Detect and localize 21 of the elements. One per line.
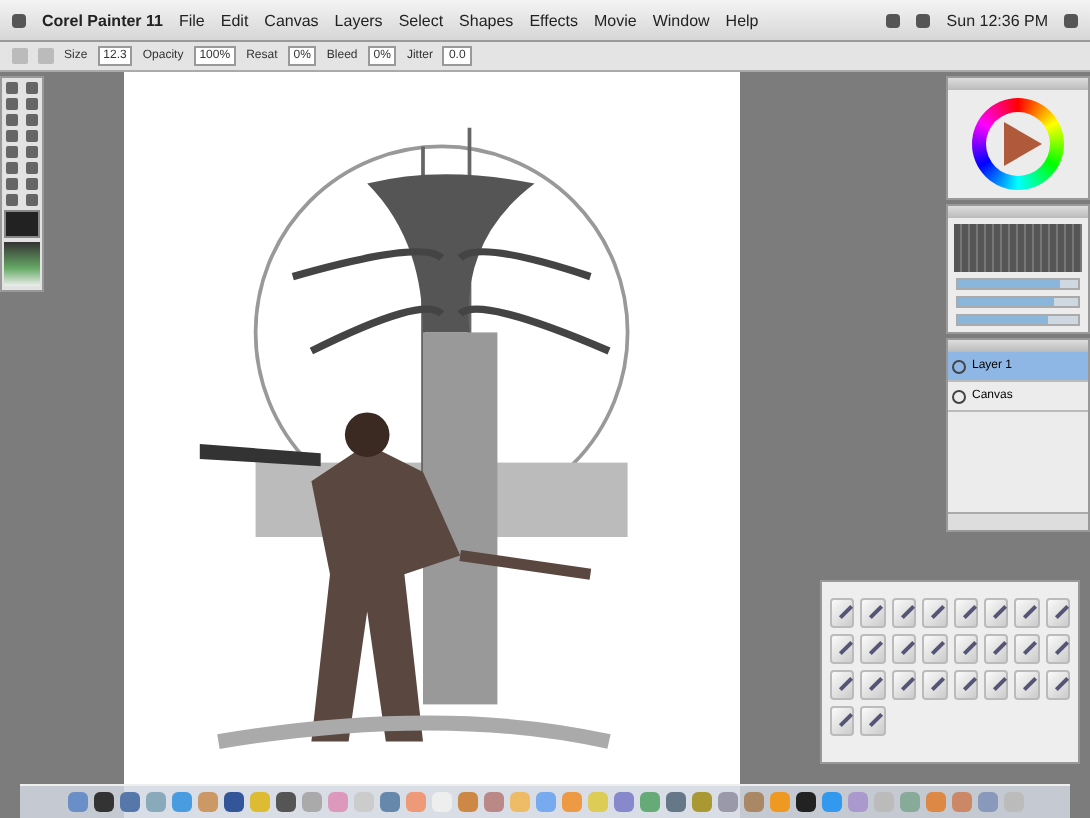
panel-footer	[948, 512, 1088, 530]
color-wheel[interactable]	[972, 98, 1064, 190]
menu-item[interactable]: Layers	[334, 11, 383, 29]
menu-item[interactable]: Window	[652, 11, 710, 29]
app-name[interactable]: Corel Painter 11	[42, 11, 163, 29]
menu-item[interactable]: Canvas	[264, 11, 319, 29]
slider[interactable]	[956, 278, 1080, 290]
color-triangle[interactable]	[1004, 122, 1042, 166]
mixer-pad[interactable]	[954, 224, 1082, 272]
menu-item[interactable]: Movie	[594, 11, 637, 29]
menu-item[interactable]: Shapes	[459, 11, 514, 29]
menu-item[interactable]: Help	[725, 11, 759, 29]
paper-swatch[interactable]	[4, 242, 40, 286]
menu-item[interactable]: Select	[398, 11, 444, 29]
menu-item[interactable]: Edit	[220, 11, 249, 29]
clock: Sun 12:36 PM	[946, 11, 1048, 29]
color-swatch[interactable]	[4, 210, 40, 238]
slider[interactable]	[956, 314, 1080, 326]
menu-item[interactable]: Effects	[529, 11, 578, 29]
menu-item[interactable]: File	[178, 11, 205, 29]
slider[interactable]	[956, 296, 1080, 308]
